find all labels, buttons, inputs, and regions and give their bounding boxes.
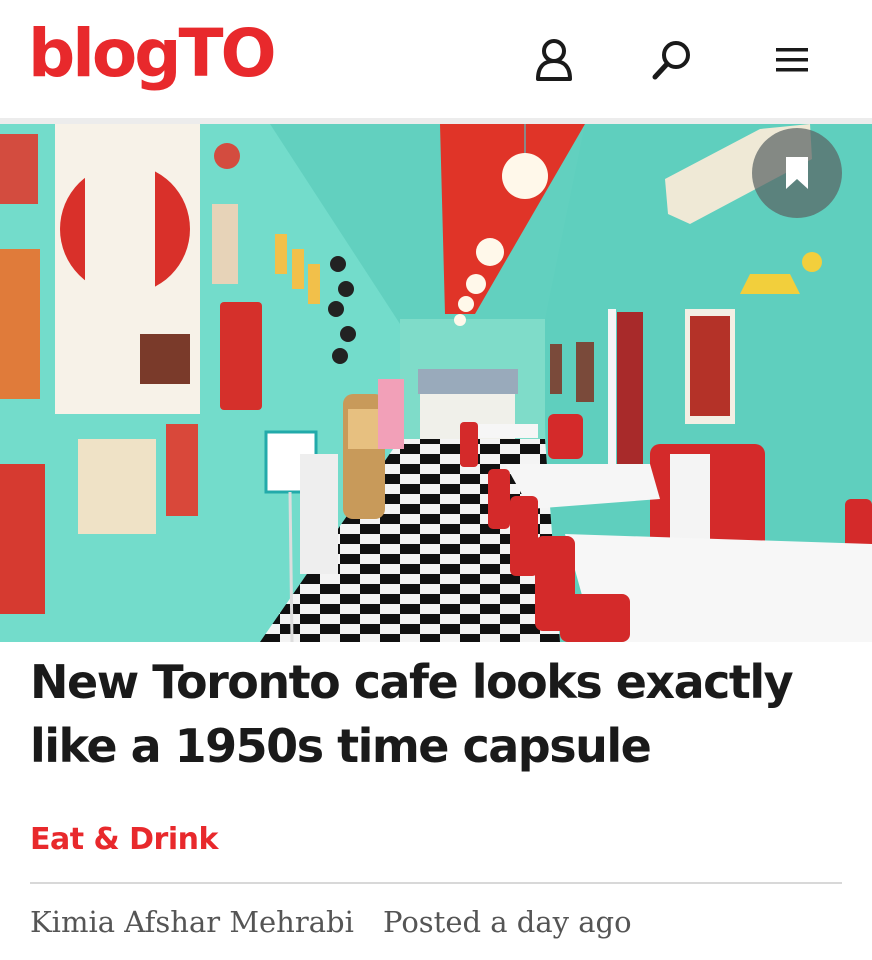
article-title[interactable]: New Toronto cafe looks exactly like a 19…: [30, 650, 820, 778]
blogto-logo[interactable]: blogTO: [28, 14, 277, 94]
site-header: blogTO: [0, 0, 872, 118]
posted-time: Posted a day ago: [383, 905, 632, 939]
user-icon[interactable]: [530, 34, 578, 86]
meta-divider: [30, 882, 842, 884]
author-name[interactable]: Kimia Afshar Mehrabi: [30, 905, 354, 939]
hamburger-menu-icon[interactable]: [768, 34, 816, 86]
hero-image[interactable]: [0, 124, 872, 642]
article-category-link[interactable]: Eat & Drink: [30, 822, 218, 857]
search-icon[interactable]: [648, 34, 696, 86]
bookmark-icon[interactable]: [752, 128, 842, 218]
